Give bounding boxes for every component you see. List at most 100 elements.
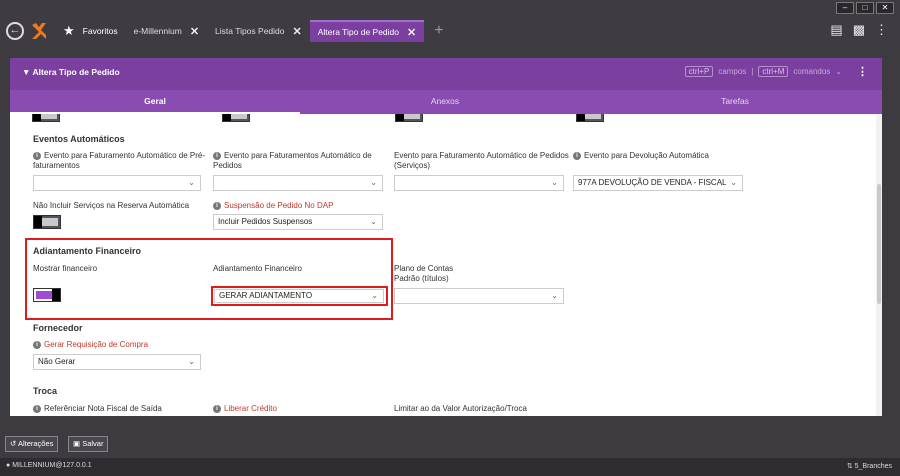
- chevron-down-icon: ⌄: [188, 178, 195, 187]
- back-arrow-icon[interactable]: ←: [6, 22, 24, 40]
- panel-title[interactable]: ▼ Altera Tipo de Pedido: [22, 67, 120, 77]
- toolbar-icons: ▤ ▩ ⋮: [830, 22, 888, 38]
- save-icon: ▣: [73, 439, 81, 448]
- chevron-down-icon: ⌄: [370, 178, 377, 187]
- toggle-reserva[interactable]: [33, 215, 61, 229]
- label-text: Padrão (títulos): [394, 274, 449, 283]
- subtabs: Geral Anexos Tarefas: [10, 90, 882, 114]
- more-vertical-icon[interactable]: ⋮: [875, 22, 888, 38]
- add-tab-icon[interactable]: +: [434, 20, 443, 44]
- subtab-tarefas[interactable]: Tarefas: [590, 90, 880, 114]
- close-icon[interactable]: ✕: [876, 2, 894, 14]
- tab-label: Lista Tipos Pedido: [215, 26, 285, 36]
- history-icon: ↺: [10, 439, 17, 448]
- shortcut-commands-label: comandos: [793, 67, 831, 76]
- field-label: i Evento para Faturamento Automático de P…: [33, 151, 208, 171]
- select-faturamento-pedidos[interactable]: ⌄: [213, 175, 383, 191]
- chevron-down-icon: ⌄: [188, 357, 195, 366]
- millennium-logo-icon: [32, 23, 46, 39]
- shortcut-fields-key: ctrl+P: [684, 66, 714, 77]
- tab-lista-tipos-pedido[interactable]: Lista Tipos Pedido ✕: [207, 20, 310, 42]
- select-devolucao[interactable]: 977A DEVOLUÇÃO DE VENDA - FISCAL ⌄: [573, 175, 743, 191]
- label-text: Evento para Faturamentos Automático de P…: [213, 151, 372, 170]
- field-label: i Evento para Devolução Automática: [573, 151, 753, 161]
- field-label: Não Incluir Serviços na Reserva Automáti…: [33, 201, 190, 210]
- clipboard-icon[interactable]: ▤: [830, 22, 842, 38]
- select-faturamento-pre[interactable]: ⌄: [33, 175, 201, 191]
- more-vertical-icon[interactable]: ⋮: [857, 65, 868, 78]
- tab-e-millennium[interactable]: e-Millennium ✕: [126, 20, 207, 42]
- label-text: Evento para Devolução Automática: [584, 151, 709, 160]
- toggle-partial[interactable]: [32, 114, 60, 122]
- info-icon: i: [213, 201, 221, 210]
- toggle-mostrar-financeiro[interactable]: [33, 288, 61, 302]
- action-bar: ↺ Alterações ▣ Salvar: [0, 430, 900, 456]
- section-title-adiantamento: Adiantamento Financeiro: [33, 246, 142, 256]
- tab-strip: ★ Favoritos e-Millennium ✕ Lista Tipos P…: [55, 20, 444, 44]
- shortcut-commands-key: ctrl+M: [758, 66, 789, 77]
- label-text: Liberar Crédito: [224, 404, 277, 413]
- field-label: i Liberar Crédito: [213, 404, 277, 414]
- branches-status: ⇅ 5_Branches: [847, 462, 892, 470]
- select-adiantamento[interactable]: GERAR ADIANTAMENTO ⌄: [214, 289, 384, 303]
- scrollbar[interactable]: [876, 114, 882, 416]
- field-label: Plano de Contas Padrão (títulos): [394, 264, 453, 284]
- chevron-down-icon: ⌄: [370, 217, 377, 226]
- select-value: 977A DEVOLUÇÃO DE VENDA - FISCAL: [578, 178, 727, 187]
- alteracoes-button[interactable]: ↺ Alterações: [5, 436, 59, 452]
- tab-label: e-Millennium: [133, 26, 182, 36]
- toggle-partial[interactable]: [395, 114, 423, 122]
- section-title-troca: Troca: [33, 386, 58, 396]
- select-requisicao[interactable]: Não Gerar ⌄: [33, 354, 201, 370]
- field-label: Limitar ao da Valor Autorização/Troca: [394, 404, 527, 413]
- minimize-icon[interactable]: –: [836, 2, 854, 14]
- subtab-geral[interactable]: Geral: [10, 90, 300, 114]
- shortcut-fields-label: campos: [718, 67, 747, 76]
- tab-altera-tipo-de-pedido[interactable]: Altera Tipo de Pedido ✕: [309, 20, 425, 42]
- toggle-partial[interactable]: [222, 114, 250, 122]
- close-tab-icon[interactable]: ✕: [407, 26, 416, 39]
- field-label: Mostrar financeiro: [33, 264, 98, 273]
- star-icon: ★: [63, 23, 75, 38]
- chevron-down-icon: ⌄: [371, 291, 378, 300]
- select-suspensao[interactable]: Incluir Pedidos Suspensos ⌄: [213, 214, 383, 230]
- select-faturamento-servicos[interactable]: ⌄: [394, 175, 564, 191]
- select-value: Não Gerar: [38, 357, 76, 366]
- scrollbar-thumb[interactable]: [877, 184, 881, 304]
- connection-text: MILLENNIUM@127.0.0.1: [12, 462, 92, 469]
- label-text: Suspensão de Pedido No DAP: [224, 201, 334, 210]
- tab-label: Favoritos: [82, 26, 118, 36]
- window-controls: – □ ✕: [836, 2, 894, 14]
- section-title-fornecedor: Fornecedor: [33, 323, 83, 333]
- select-value: Incluir Pedidos Suspensos: [218, 217, 313, 226]
- select-plano-contas[interactable]: ⌄: [394, 288, 564, 304]
- caret-down-icon: ▼: [22, 67, 31, 77]
- field-label: i Referênciar Nota Fiscal de Saída: [33, 404, 162, 414]
- chat-icon[interactable]: ▩: [853, 22, 865, 38]
- salvar-button[interactable]: ▣ Salvar: [68, 436, 109, 452]
- panel-title-text: Altera Tipo de Pedido: [32, 67, 120, 77]
- close-tab-icon[interactable]: ✕: [190, 25, 199, 38]
- subtab-anexos[interactable]: Anexos: [300, 90, 590, 114]
- close-tab-icon[interactable]: ✕: [293, 25, 302, 38]
- user-icon: ●: [6, 462, 11, 469]
- tab-label: Altera Tipo de Pedido: [317, 27, 399, 37]
- field-label: i Suspensão de Pedido No DAP: [213, 201, 333, 211]
- toggle-partial[interactable]: [576, 114, 604, 122]
- chevron-down-icon: ⌄: [730, 178, 737, 187]
- chevron-down-icon[interactable]: ⌄: [835, 67, 842, 76]
- form-panel: ▼ Altera Tipo de Pedido ctrl+P campos | …: [10, 58, 882, 416]
- maximize-icon[interactable]: □: [856, 2, 874, 14]
- info-icon: i: [573, 151, 581, 160]
- tab-favoritos[interactable]: ★ Favoritos: [55, 20, 126, 42]
- title-bar: – □ ✕ ← ★ Favoritos e-Millennium ✕ Lista…: [0, 0, 900, 44]
- shortcut-separator: |: [751, 67, 754, 76]
- info-icon: i: [33, 151, 41, 160]
- connection-status: ● MILLENNIUM@127.0.0.1: [6, 462, 92, 469]
- field-label: i Evento para Faturamentos Automático de …: [213, 151, 383, 171]
- section-title-eventos: Eventos Automáticos: [33, 134, 125, 144]
- info-icon: i: [33, 404, 41, 413]
- label-text: Referênciar Nota Fiscal de Saída: [44, 404, 162, 413]
- chevron-down-icon: ⌄: [551, 291, 558, 300]
- label-text: Evento para Faturamento Automático de Pr…: [33, 151, 205, 170]
